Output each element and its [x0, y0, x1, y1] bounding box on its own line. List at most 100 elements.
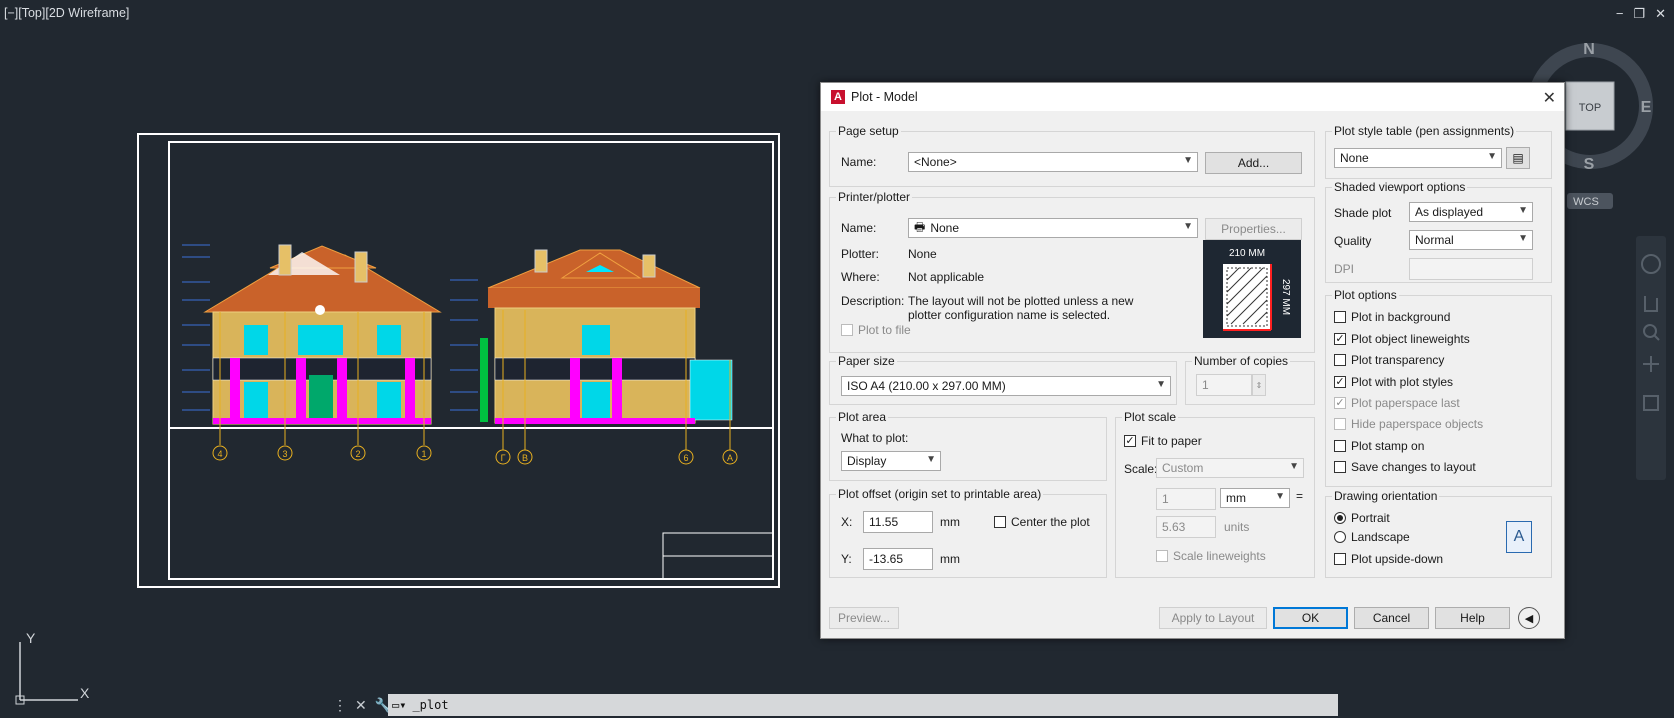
close-icon[interactable]: ✕	[355, 697, 367, 714]
scale-equals: =	[1296, 489, 1304, 503]
printer-title: Printer/plotter	[836, 190, 913, 204]
ok-button[interactable]: OK	[1273, 607, 1348, 629]
paper-size-group: Paper size ISO A4 (210.00 x 297.00 MM) ▼	[829, 354, 1177, 405]
copies-input[interactable]: 1	[1196, 374, 1252, 396]
pan-icon	[1644, 296, 1658, 312]
offset-y-input[interactable]: -13.65	[863, 548, 933, 570]
paper-preview: 210 MM 297 MM	[1203, 240, 1301, 338]
page-setup-name-label: Name:	[841, 155, 877, 169]
grid-bubble-label: 6	[683, 453, 688, 463]
page-setup-group: Page setup Name: <None> ▼ Add...	[829, 124, 1315, 187]
grid-bubble-label: 4	[217, 449, 222, 459]
grid-bubble-label: A	[727, 453, 733, 463]
plot-area-group: Plot area What to plot: Display ▼	[829, 410, 1107, 481]
command-line: ⋮ ✕ 🔧 ▭▾ _plot	[333, 693, 1338, 717]
scale-denominator-input[interactable]: 5.63	[1156, 516, 1216, 538]
preview-height-label: 297 MM	[1280, 279, 1291, 315]
chevron-down-icon: ▼	[1289, 461, 1299, 472]
page-setup-title: Page setup	[836, 124, 901, 138]
ucs-x-label: X	[80, 685, 90, 701]
plot-style-table-group: Plot style table (pen assignments) None ▼…	[1325, 124, 1552, 179]
grid-bubble-label: B	[522, 453, 528, 463]
plotter-value: None	[908, 247, 937, 261]
plot-option-checkbox[interactable]: ✓ Plot with plot styles	[1334, 375, 1453, 389]
shaded-viewport-group: Shaded viewport options Shade plot As di…	[1325, 180, 1552, 283]
plot-option-checkbox[interactable]: Save changes to layout	[1334, 460, 1476, 474]
chevron-down-icon: ▼	[1518, 233, 1528, 244]
ucs-icon: Y X	[15, 630, 90, 705]
offset-x-input[interactable]: 11.55	[863, 511, 933, 533]
shade-plot-select[interactable]: As displayed ▼	[1409, 202, 1533, 222]
offset-x-unit: mm	[940, 515, 960, 529]
preview-width-label: 210 MM	[1229, 248, 1265, 259]
grid-bubble-label: Г	[501, 453, 506, 463]
page-setup-name-select[interactable]: <None> ▼	[908, 152, 1198, 172]
center-plot-checkbox[interactable]: Center the plot	[994, 515, 1090, 529]
what-to-plot-label: What to plot:	[841, 431, 909, 445]
grid-bubble-label: 3	[282, 449, 287, 459]
command-prompt-icon[interactable]: ▭▾	[392, 698, 406, 712]
copies-title: Number of copies	[1192, 354, 1291, 368]
plot-to-file-checkbox[interactable]: Plot to file	[841, 323, 911, 337]
dialog-titlebar[interactable]: A Plot - Model ✕	[821, 83, 1564, 111]
chevron-down-icon: ▼	[1183, 155, 1193, 166]
chevron-down-icon: ▼	[1183, 221, 1193, 232]
scale-numerator-input[interactable]: 1	[1156, 488, 1216, 510]
plot-option-checkbox[interactable]: ✓ Plot object lineweights	[1334, 332, 1470, 346]
dpi-input[interactable]	[1409, 258, 1533, 280]
scale-unit-select[interactable]: mm ▼	[1220, 488, 1290, 508]
plot-offset-group: Plot offset (origin set to printable are…	[829, 487, 1107, 578]
copies-spinner[interactable]: ⇕	[1252, 374, 1266, 396]
what-to-plot-select[interactable]: Display ▼	[841, 451, 941, 471]
portrait-radio[interactable]: Portrait	[1334, 511, 1390, 525]
scale-lineweights-checkbox[interactable]: Scale lineweights	[1156, 549, 1266, 563]
landscape-radio[interactable]: Landscape	[1334, 530, 1410, 544]
shaded-title: Shaded viewport options	[1332, 180, 1468, 194]
right-dimension-annotations	[450, 279, 478, 411]
chevron-down-icon: ▼	[926, 454, 936, 465]
showmotion-icon	[1643, 395, 1659, 411]
offset-x-label: X:	[841, 515, 853, 529]
printer-icon: 🖶	[914, 219, 926, 234]
copies-group: Number of copies 1 ⇕	[1185, 354, 1315, 405]
left-facade-elevation	[203, 244, 442, 425]
plot-option-checkbox[interactable]: Hide paperspace objects	[1334, 417, 1483, 431]
collapse-options-icon[interactable]: ◀	[1518, 607, 1540, 629]
plot-options-group: Plot options Plot in background ✓ Plot obj…	[1325, 288, 1552, 487]
fit-to-paper-checkbox[interactable]: ✓ Fit to paper	[1124, 434, 1202, 448]
paper-size-select[interactable]: ISO A4 (210.00 x 297.00 MM) ▼	[841, 376, 1171, 396]
scale-label: Scale:	[1124, 462, 1158, 476]
scale-select[interactable]: Custom ▼	[1156, 458, 1304, 478]
properties-button[interactable]: Properties...	[1205, 218, 1302, 240]
close-icon[interactable]: ✕	[1543, 88, 1556, 108]
ucs-y-label: Y	[26, 630, 36, 646]
add-page-setup-button[interactable]: Add...	[1205, 152, 1302, 174]
plot-option-checkbox[interactable]: ✓ Plot paperspace last	[1334, 396, 1460, 410]
quality-select[interactable]: Normal ▼	[1409, 230, 1533, 250]
edit-plot-style-button[interactable]: ▤	[1506, 147, 1530, 169]
chevron-down-icon: ▼	[1518, 205, 1528, 216]
plot-option-checkbox[interactable]: Plot in background	[1334, 310, 1450, 324]
printer-plotter-group: Printer/plotter Name: 🖶 None ▼ Properties…	[829, 190, 1315, 353]
compass-south: S	[1584, 156, 1595, 173]
portrait-orientation-icon: A	[1506, 521, 1532, 553]
cancel-button[interactable]: Cancel	[1354, 607, 1429, 629]
navigation-bar[interactable]	[1636, 236, 1666, 480]
orbit-icon	[1643, 356, 1659, 372]
plot-offset-title: Plot offset (origin set to printable are…	[836, 487, 1044, 501]
grip-icon[interactable]: ⋮	[333, 697, 347, 714]
plot-style-select[interactable]: None ▼	[1334, 148, 1502, 168]
where-label: Where:	[841, 270, 880, 284]
right-facade-elevation	[480, 249, 733, 424]
paper-size-title: Paper size	[836, 354, 897, 368]
plot-option-checkbox[interactable]: Plot stamp on	[1334, 439, 1424, 453]
plot-option-checkbox[interactable]: Plot transparency	[1334, 353, 1444, 367]
wcs-label: WCS	[1573, 196, 1599, 208]
help-button[interactable]: Help	[1435, 607, 1510, 629]
plot-upside-down-checkbox[interactable]: Plot upside-down	[1334, 552, 1443, 566]
compass-north: N	[1583, 41, 1595, 58]
apply-to-layout-button[interactable]: Apply to Layout	[1159, 607, 1267, 629]
printer-name-select[interactable]: 🖶 None ▼	[908, 218, 1198, 238]
command-input[interactable]: ▭▾ _plot	[388, 694, 1338, 716]
preview-button[interactable]: Preview...	[829, 607, 899, 629]
